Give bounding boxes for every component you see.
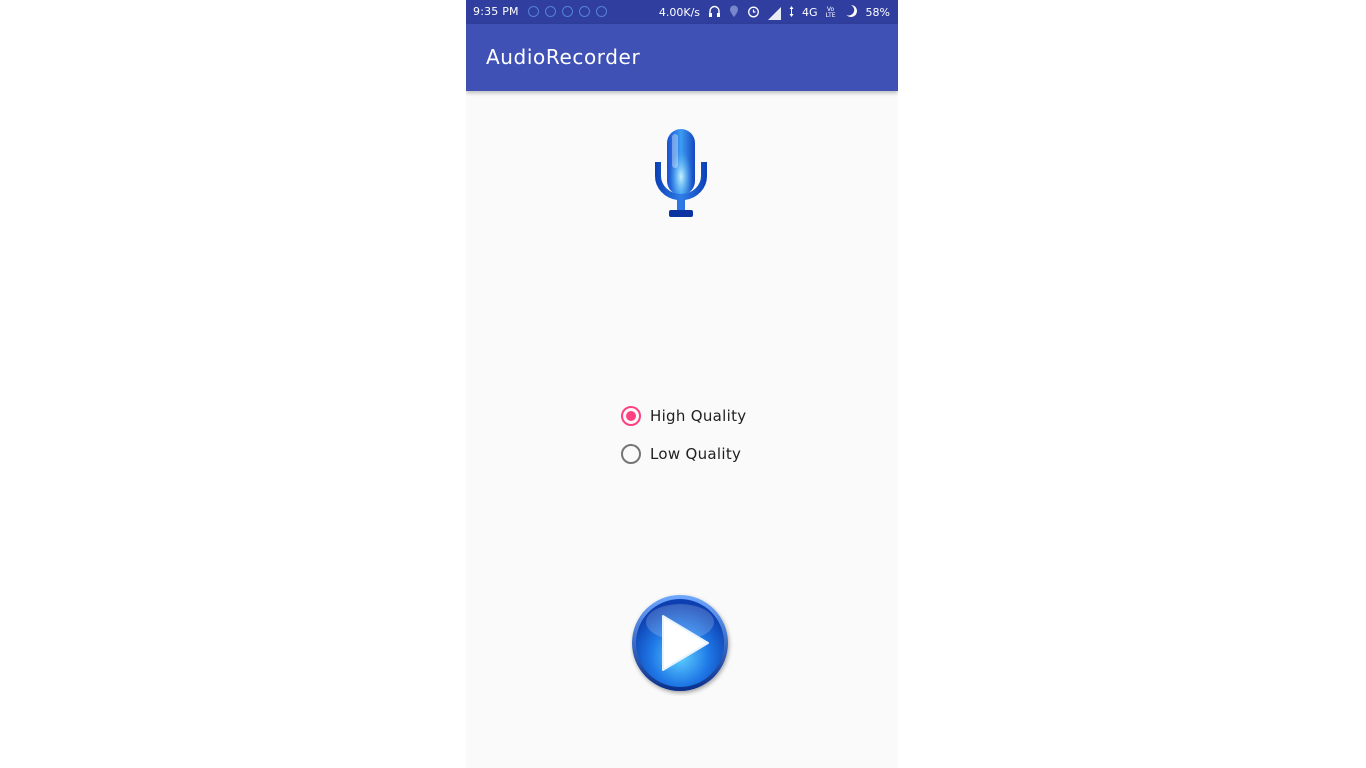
notification-icons <box>528 6 607 17</box>
radio-button-unchecked[interactable] <box>621 444 641 464</box>
data-arrows-icon <box>789 5 794 22</box>
battery-percent: 58% <box>865 6 890 19</box>
radio-button-checked[interactable] <box>621 406 641 426</box>
microphone-icon <box>654 129 708 217</box>
quality-radio-group: High Quality Low Quality <box>621 397 746 473</box>
radio-low-quality[interactable]: Low Quality <box>621 435 746 473</box>
volte-indicator: Vo LTE <box>826 7 836 19</box>
network-type: 4G <box>802 6 818 19</box>
location-icon <box>729 5 739 22</box>
status-bar: 9:35 PM 4.00K/s 4G Vo LTE 58% <box>466 0 898 24</box>
alarm-icon <box>747 5 760 22</box>
headset-icon <box>708 5 721 22</box>
play-icon <box>632 595 728 691</box>
high-quality-label: High Quality <box>650 407 747 425</box>
app-title: AudioRecorder <box>486 45 641 69</box>
notification-icon <box>545 6 556 17</box>
app-bar: AudioRecorder <box>466 24 898 91</box>
network-speed: 4.00K/s <box>658 6 701 19</box>
app-screen: 9:35 PM 4.00K/s 4G Vo LTE 58% AudioRecor… <box>466 0 898 768</box>
notification-icon <box>579 6 590 17</box>
status-indicators: 4.00K/s 4G Vo LTE 58% <box>659 4 890 22</box>
play-button[interactable] <box>630 592 734 696</box>
status-time: 9:35 PM <box>473 5 519 18</box>
notification-icon <box>596 6 607 17</box>
low-quality-label: Low Quality <box>650 445 742 463</box>
radio-high-quality[interactable]: High Quality <box>621 397 746 435</box>
battery-icon <box>844 4 858 22</box>
radio-dot <box>626 411 636 421</box>
signal-icon <box>768 6 782 20</box>
notification-icon <box>562 6 573 17</box>
record-button[interactable] <box>652 128 710 220</box>
notification-icon <box>528 6 539 17</box>
volte-bottom: LTE <box>825 12 836 19</box>
